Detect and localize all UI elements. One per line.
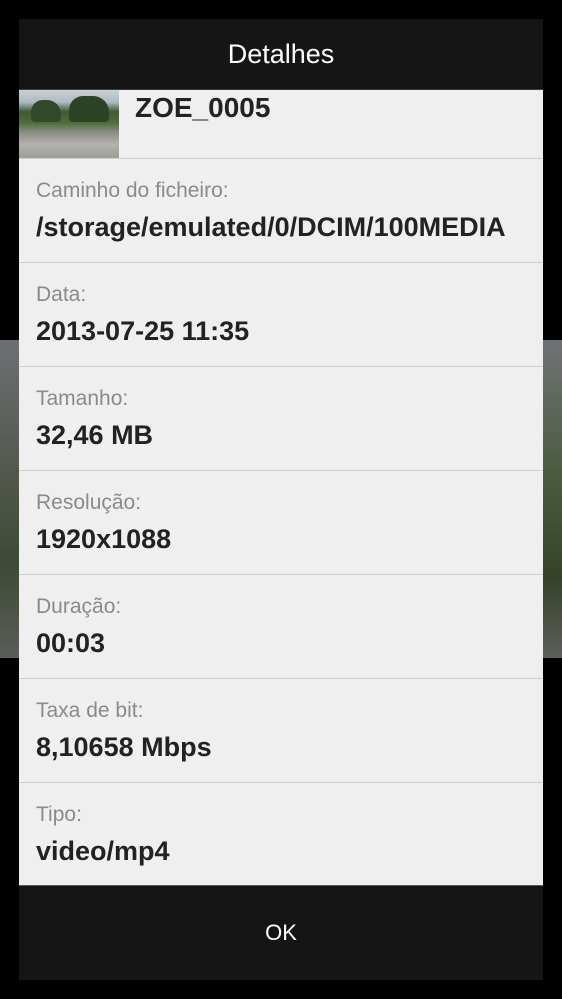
detail-label: Taxa de bit: <box>36 699 144 722</box>
detail-value: /storage/emulated/0/DCIM/100MEDIA <box>36 212 506 242</box>
video-thumbnail <box>19 90 119 158</box>
detail-value: 2013-07-25 11:35 <box>36 316 250 346</box>
detail-label: Resolução: <box>36 491 142 514</box>
detail-label: Tamanho: <box>36 387 129 410</box>
detail-row-bitrate: Taxa de bit: 8,10658 Mbps <box>19 679 543 783</box>
detail-label: Caminho do ficheiro: <box>36 179 229 202</box>
file-header-row: ZOE_0005 <box>19 90 543 159</box>
detail-row-resolution: Resolução: 1920x1088 <box>19 471 543 575</box>
ok-button[interactable]: OK <box>19 886 543 980</box>
dialog-title: Detalhes <box>227 38 335 69</box>
detail-label: Tipo: <box>36 803 82 826</box>
detail-value: 1920x1088 <box>36 524 172 554</box>
ok-button-label: OK <box>265 920 297 945</box>
dialog-title-bar: Detalhes <box>19 19 543 89</box>
detail-value: video/mp4 <box>36 836 170 866</box>
detail-row-date: Data: 2013-07-25 11:35 <box>19 263 543 367</box>
detail-value: 00:03 <box>36 628 106 658</box>
detail-label: Data: <box>36 283 87 306</box>
detail-row-path: Caminho do ficheiro: /storage/emulated/0… <box>19 159 543 263</box>
detail-value: 32,46 MB <box>36 420 154 450</box>
detail-row-type: Tipo: video/mp4 <box>19 783 543 887</box>
detail-value: 8,10658 Mbps <box>36 732 212 762</box>
detail-label: Duração: <box>36 595 122 618</box>
details-dialog: Detalhes ZOE_0005 Caminho do ficheiro: /… <box>19 19 543 980</box>
detail-row-size: Tamanho: 32,46 MB <box>19 367 543 471</box>
file-name: ZOE_0005 <box>135 92 271 123</box>
detail-row-duration: Duração: 00:03 <box>19 575 543 679</box>
background-photo-right-edge <box>540 340 562 658</box>
